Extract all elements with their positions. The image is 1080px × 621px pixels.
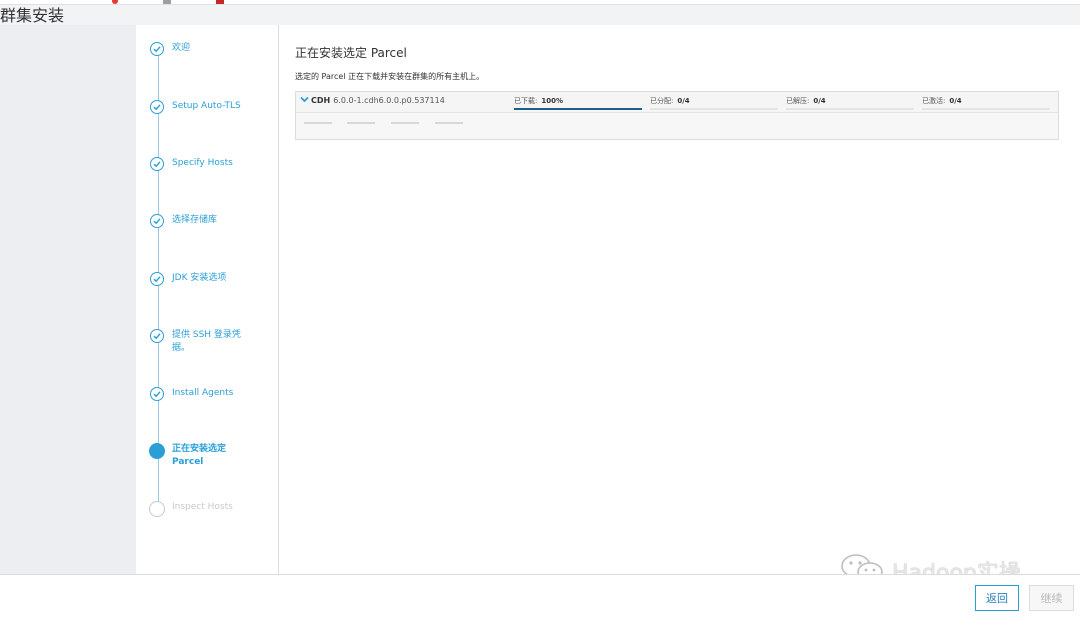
placeholder-dash bbox=[304, 122, 332, 124]
check-icon bbox=[150, 272, 164, 286]
placeholder-dash bbox=[391, 122, 419, 124]
left-gutter bbox=[0, 25, 136, 574]
stage-label: 已激活: bbox=[922, 97, 946, 105]
check-icon bbox=[150, 387, 164, 401]
toolbar-mark-red bbox=[112, 0, 118, 4]
back-button[interactable]: 返回 bbox=[975, 585, 1019, 611]
check-icon bbox=[150, 157, 164, 171]
wizard-step-label: 正在安装选定 Parcel bbox=[172, 444, 227, 467]
footer-bar: 返回 继续 bbox=[0, 574, 1080, 621]
page-title: 群集安装 bbox=[0, 6, 65, 25]
parcel-toggle[interactable]: CDH 6.0.0-1.cdh6.0.0.p0.537114 bbox=[300, 96, 445, 105]
toolbar-mark-gray bbox=[163, 0, 171, 4]
stage-distributed: 已分配: 0/4 bbox=[650, 96, 778, 110]
wizard-step-label: 欢迎 bbox=[172, 43, 191, 53]
parcel-version: 6.0.0-1.cdh6.0.0.p0.537114 bbox=[333, 96, 445, 105]
parcel-name: CDH bbox=[311, 96, 331, 105]
wizard-step-setup-auto-tls[interactable]: Setup Auto-TLS bbox=[150, 100, 250, 114]
main-title: 正在安装选定 Parcel bbox=[295, 46, 407, 60]
wizard-step-label: 选择存储库 bbox=[172, 215, 218, 225]
stage-label: 已解压: bbox=[786, 97, 810, 105]
wizard-step-label: 提供 SSH 登录凭 据。 bbox=[172, 330, 241, 353]
wizard-step-welcome[interactable]: 欢迎 bbox=[150, 42, 250, 56]
wizard-steps-panel: 欢迎 Setup Auto-TLS Specify Hosts 选择存储库 JD… bbox=[136, 25, 279, 574]
wizard-step-label: Inspect Hosts bbox=[172, 502, 233, 512]
chevron-down-icon bbox=[300, 96, 309, 105]
stage-value: 0/4 bbox=[677, 97, 690, 105]
main-content: 正在安装选定 Parcel 选定的 Parcel 正在下载并安装在群集的所有主机… bbox=[279, 25, 1080, 574]
check-icon bbox=[150, 329, 164, 343]
wizard-step-label: JDK 安装选项 bbox=[172, 273, 227, 283]
check-icon bbox=[150, 100, 164, 114]
toolbar-mark-darkred bbox=[216, 0, 224, 4]
active-step-dot-icon bbox=[149, 443, 165, 459]
wizard-step-specify-hosts[interactable]: Specify Hosts bbox=[150, 157, 250, 171]
progress-bar bbox=[514, 108, 642, 110]
wizard-step-label: Specify Hosts bbox=[172, 158, 233, 168]
stage-unpacked: 已解压: 0/4 bbox=[786, 96, 914, 110]
stage-value: 0/4 bbox=[949, 97, 962, 105]
progress-fill bbox=[514, 108, 642, 110]
wizard-step-select-repository[interactable]: 选择存储库 bbox=[150, 214, 250, 228]
stage-activated: 已激活: 0/4 bbox=[922, 96, 1050, 110]
stage-downloaded: 已下载: 100% bbox=[514, 96, 642, 110]
wizard-step-label: Setup Auto-TLS bbox=[172, 101, 241, 111]
wizard-step-installing-parcel[interactable]: 正在安装选定 Parcel bbox=[149, 443, 250, 469]
wizard-step-ssh-credentials[interactable]: 提供 SSH 登录凭 据。 bbox=[150, 329, 250, 355]
pending-step-circle-icon bbox=[149, 501, 165, 517]
parcel-row: CDH 6.0.0-1.cdh6.0.0.p0.537114 已下载: 100% … bbox=[296, 92, 1058, 113]
placeholder-dash bbox=[435, 122, 463, 124]
check-icon bbox=[150, 214, 164, 228]
progress-bar bbox=[922, 108, 1050, 110]
check-icon bbox=[150, 42, 164, 56]
continue-button[interactable]: 继续 bbox=[1029, 585, 1074, 611]
parcel-panel: CDH 6.0.0-1.cdh6.0.0.p0.537114 已下载: 100% … bbox=[295, 91, 1059, 140]
wizard-step-inspect-hosts: Inspect Hosts bbox=[149, 501, 250, 517]
stage-value: 100% bbox=[541, 97, 563, 105]
stage-label: 已下载: bbox=[514, 97, 538, 105]
stage-label: 已分配: bbox=[650, 97, 674, 105]
placeholder-dash bbox=[347, 122, 375, 124]
wizard-step-label: Install Agents bbox=[172, 388, 234, 398]
wizard-step-install-agents[interactable]: Install Agents bbox=[150, 387, 250, 401]
wizard-step-jdk-options[interactable]: JDK 安装选项 bbox=[150, 272, 250, 286]
progress-bar bbox=[650, 108, 778, 110]
stage-value: 0/4 bbox=[813, 97, 826, 105]
main-subtitle: 选定的 Parcel 正在下载并安装在群集的所有主机上。 bbox=[295, 72, 485, 81]
progress-bar bbox=[786, 108, 914, 110]
browser-top-strip bbox=[0, 0, 1080, 5]
